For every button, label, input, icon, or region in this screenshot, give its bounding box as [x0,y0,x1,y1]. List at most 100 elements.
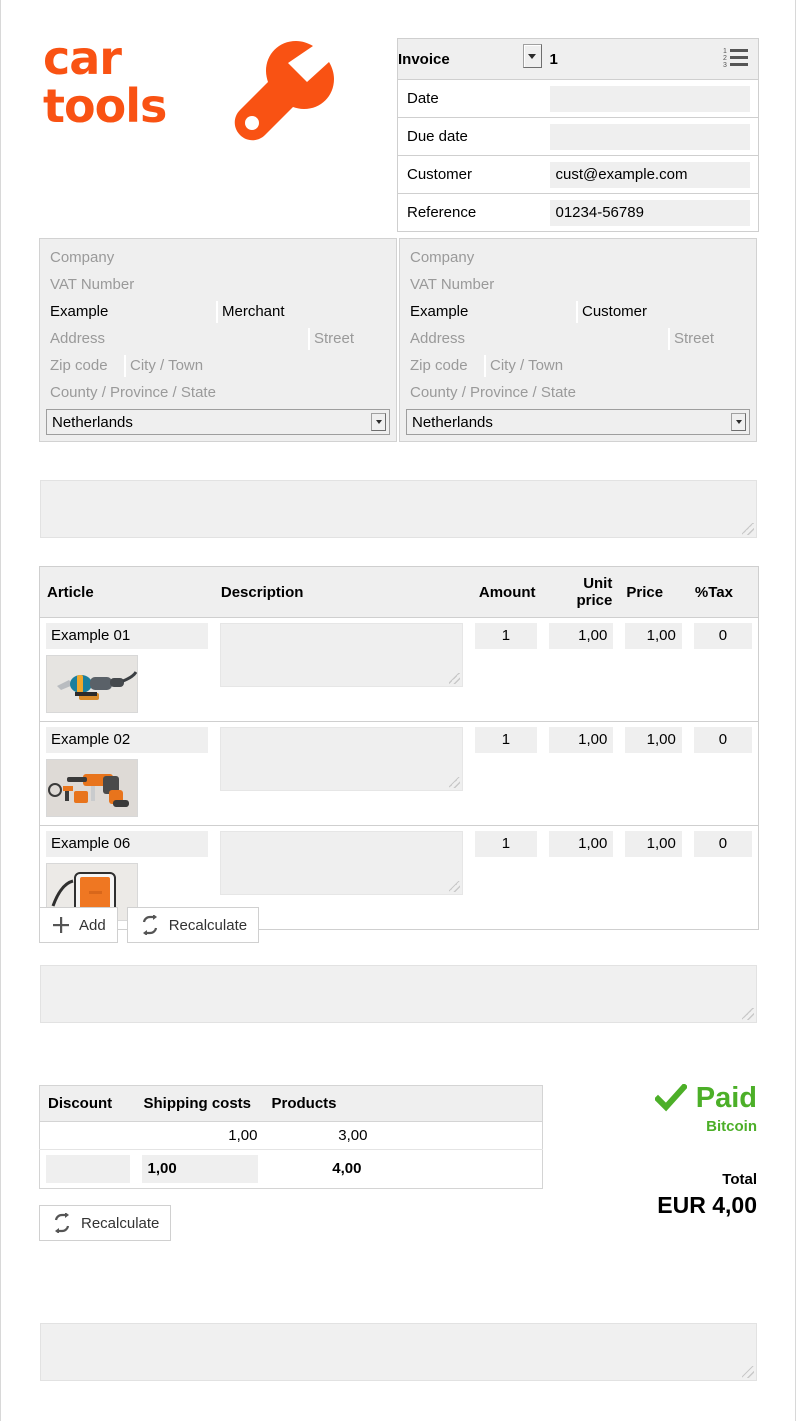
total-label: Total [722,1171,757,1188]
customer-county-input[interactable]: County / Province / State [406,382,750,404]
document-number-field[interactable]: 1 [549,38,715,80]
customer-city-input[interactable]: City / Town [486,355,750,377]
invoice-meta-header-row: Invoice 1 1 2 3 [397,38,759,80]
amount-input[interactable]: 1 [475,831,537,857]
cell-price: 1,00 [619,617,688,722]
check-icon [654,1084,687,1112]
customer-zip-input[interactable]: Zip code [406,354,486,377]
middle-note-textarea[interactable] [40,965,757,1023]
description-textarea[interactable] [219,831,464,895]
customer-name-row: Example Customer [406,298,750,325]
merchant-county-input[interactable]: County / Province / State [46,382,390,404]
meta-label-due-date: Due date [397,117,550,156]
customer-email-input[interactable]: cust@example.com [549,161,750,188]
cell-unit-price: 1,00 [542,617,620,722]
chevron-down-icon[interactable] [522,44,542,68]
refresh-icon [142,915,157,935]
totals-header-products: Products [263,1085,374,1122]
customer-company-input[interactable]: Company [406,247,750,269]
chevron-down-icon[interactable] [371,413,386,431]
svg-text:2: 2 [723,55,727,62]
description-textarea[interactable] [219,727,464,791]
cell-unit-price: 1,00 [542,721,620,826]
merchant-first-name-input[interactable]: Example [46,300,218,323]
article-image-thumbnail[interactable] [46,759,138,817]
merchant-street-input[interactable]: Street [310,328,390,350]
recalculate-totals-button[interactable]: Recalculate [39,1205,172,1241]
chevron-down-icon[interactable] [731,413,746,431]
merchant-city-input[interactable]: City / Town [126,355,390,377]
amount-input[interactable]: 1 [475,727,537,753]
unit-price-input[interactable]: 1,00 [548,831,614,857]
bottom-note-textarea[interactable] [40,1323,757,1381]
customer-vat-input[interactable]: VAT Number [406,274,750,296]
address-section: Company VAT Number Example Merchant Addr… [1,238,795,442]
cell-tax: 0 [687,721,759,826]
resize-handle-icon[interactable] [742,523,754,535]
merchant-vat-row: VAT Number [46,271,390,298]
brand-name-line2: tools [43,79,167,133]
article-image-thumbnail[interactable] [46,655,138,713]
customer-address-input[interactable]: Address [406,327,670,350]
merchant-company-input[interactable]: Company [46,247,390,269]
meta-row-customer: Customer cust@example.com [397,155,759,194]
payment-status-badge: Paid [695,1082,757,1114]
tax-input[interactable]: 0 [693,623,752,649]
customer-country-select[interactable]: Netherlands [406,409,750,435]
unit-price-input[interactable]: 1,00 [548,727,614,753]
merchant-country-select[interactable]: Netherlands [46,409,390,435]
numbered-list-icon: 1 2 3 [723,48,749,69]
discount-input[interactable] [46,1155,130,1183]
resize-handle-icon[interactable] [742,1008,754,1020]
products-total-value: 4,00 [332,1160,362,1177]
merchant-zip-input[interactable]: Zip code [46,354,126,377]
meta-label-customer: Customer [397,155,550,194]
meta-value-date-cell [549,79,759,118]
cell-amount: 1 [469,617,543,722]
tax-input[interactable]: 0 [693,727,752,753]
line-items-table: Article Description Amount Unit price Pr… [39,566,759,930]
cell-tax: 0 [687,617,759,722]
resize-handle-icon[interactable] [742,1366,754,1378]
resize-handle-icon[interactable] [449,881,461,892]
column-header-tax: %Tax [687,566,759,618]
recalculate-items-label: Recalculate [168,916,248,934]
merchant-vat-input[interactable]: VAT Number [46,274,390,296]
article-name-input[interactable]: Example 02 [46,727,208,753]
date-input[interactable] [549,85,750,112]
customer-street-input[interactable]: Street [670,328,750,350]
article-name-input[interactable]: Example 01 [46,623,208,649]
customer-first-name-input[interactable]: Example [406,300,578,323]
price-input[interactable]: 1,00 [625,831,682,857]
shipping-costs-input[interactable]: 1,00 [141,1155,258,1183]
meta-value-due-date-cell [549,117,759,156]
resize-handle-icon[interactable] [449,673,461,684]
reference-input[interactable]: 01234-56789 [549,199,750,226]
customer-last-name-input[interactable]: Customer [578,301,750,323]
cell-description [213,617,470,722]
tax-input[interactable]: 0 [693,831,752,857]
totals-shipping-value: 1,00 [135,1121,264,1150]
totals-discount-cell [40,1150,136,1189]
invoice-page: car tools Invoice 1 1 2 3 Date Due date … [0,0,796,1421]
add-button[interactable]: Add [39,907,118,943]
document-header: car tools Invoice 1 1 2 3 Date Due date … [1,0,795,238]
top-note-textarea[interactable] [40,480,757,538]
numbered-list-button[interactable]: 1 2 3 [714,38,759,80]
recalculate-items-button[interactable]: Recalculate [126,907,260,943]
article-name-input[interactable]: Example 06 [46,831,208,857]
merchant-zip-city-row: Zip code City / Town [46,352,390,379]
amount-input[interactable]: 1 [475,623,537,649]
resize-handle-icon[interactable] [449,777,461,788]
unit-price-input[interactable]: 1,00 [548,623,614,649]
due-date-input[interactable] [549,123,750,150]
merchant-address-input[interactable]: Address [46,327,310,350]
merchant-last-name-input[interactable]: Merchant [218,301,390,323]
description-textarea[interactable] [219,623,464,687]
totals-header-discount: Discount [39,1085,136,1122]
document-type-select[interactable]: Invoice [397,38,550,80]
table-row: Example 01 1 1,00 1,00 0 [39,617,759,722]
cell-amount: 1 [469,826,542,930]
price-input[interactable]: 1,00 [625,727,682,753]
price-input[interactable]: 1,00 [625,623,682,649]
